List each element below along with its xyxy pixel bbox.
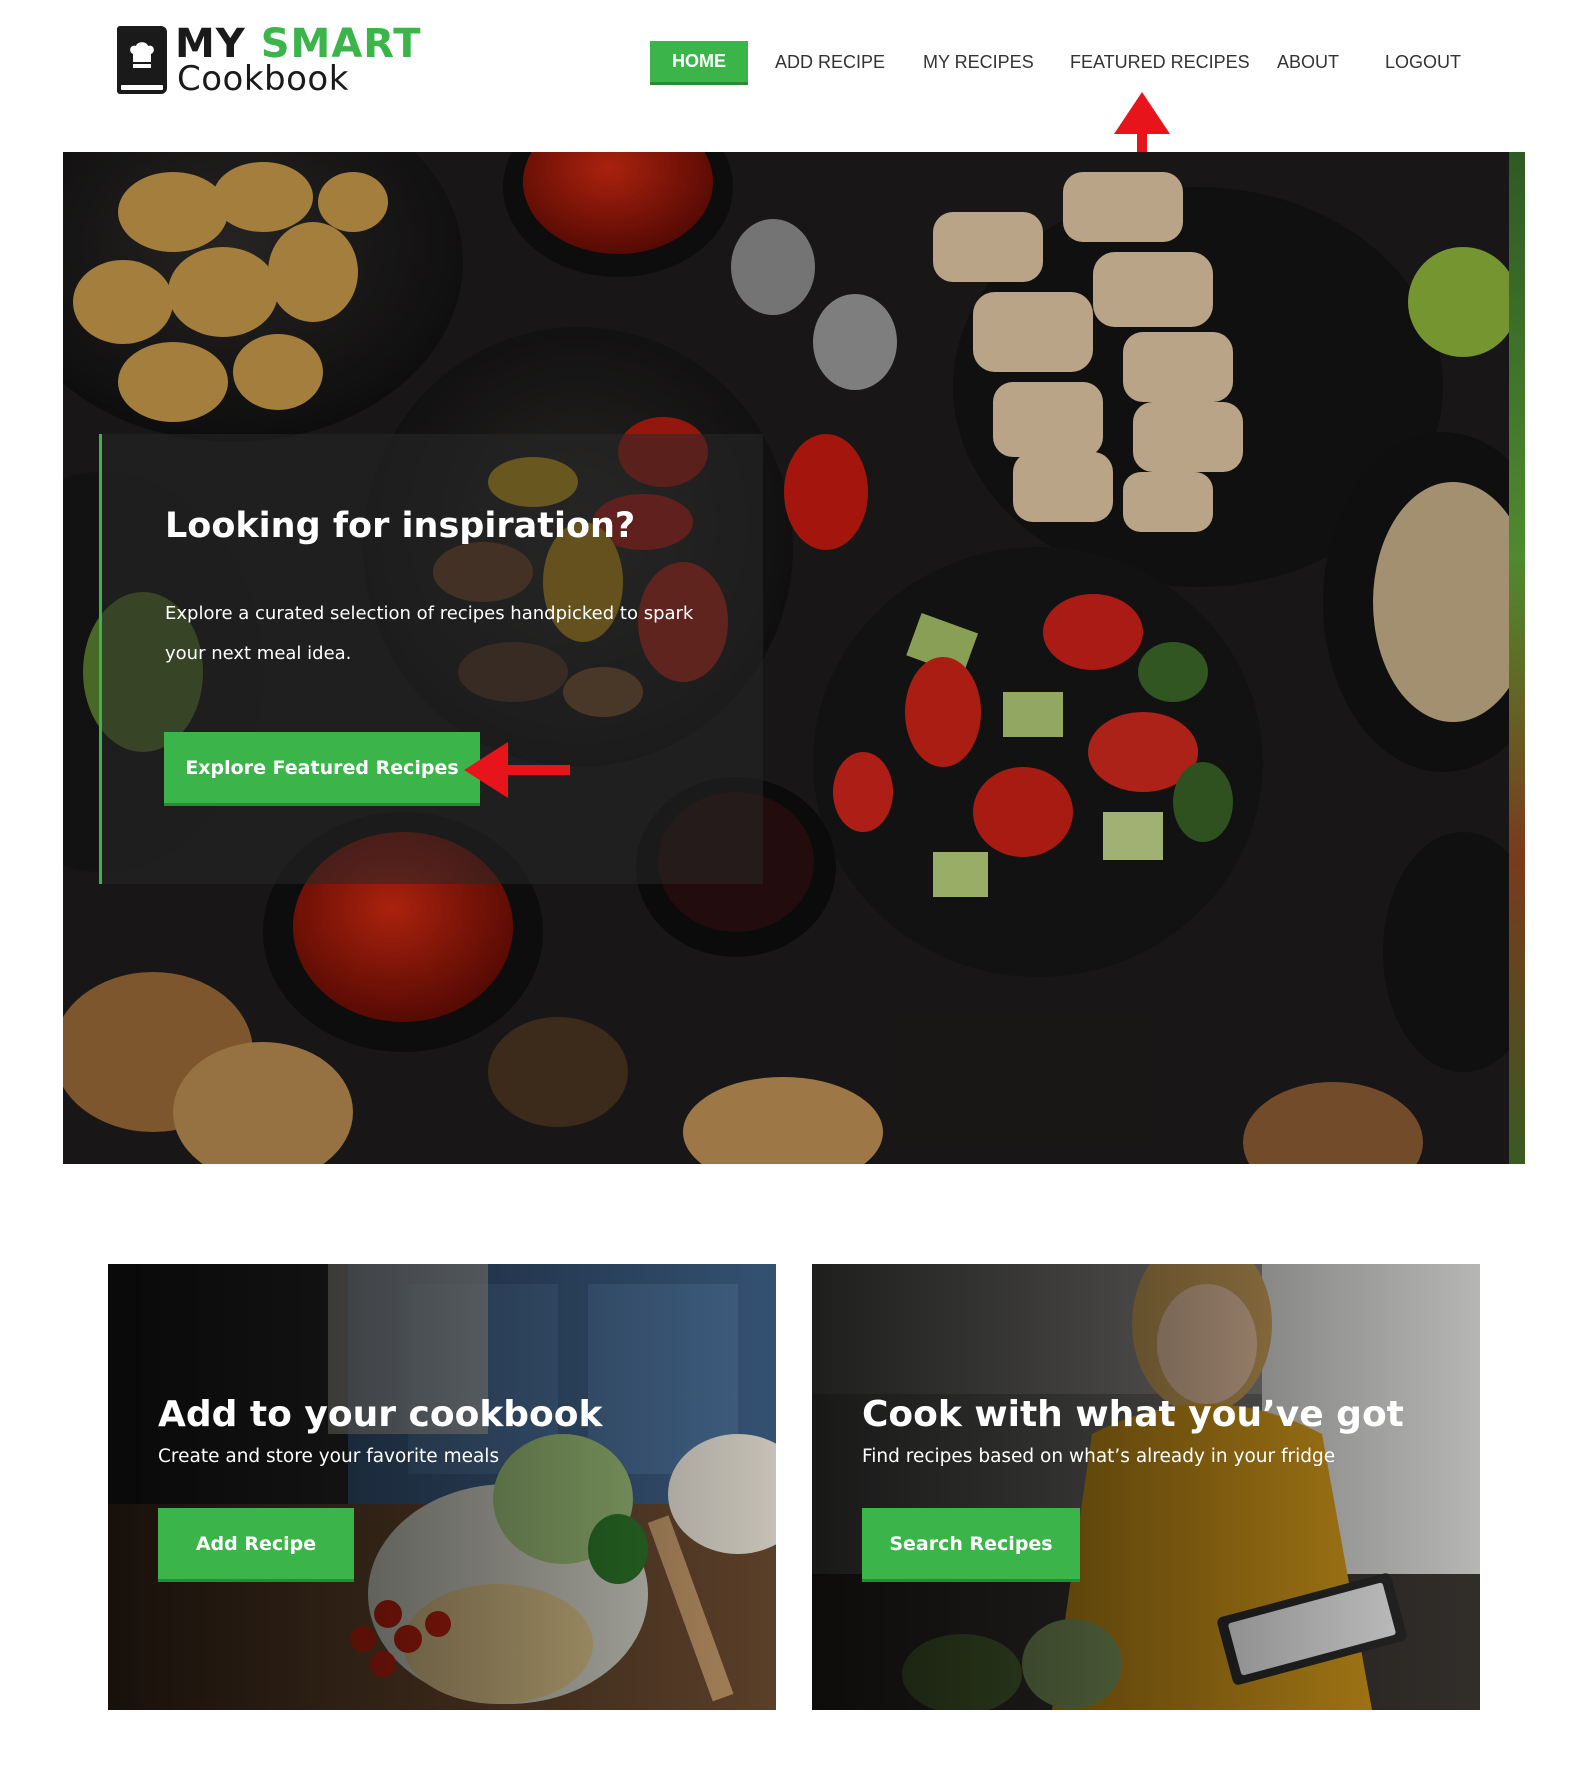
cook-with-what-you-have-card: Cook with what you’ve got Find recipes b… <box>812 1264 1480 1710</box>
nav-logout-link[interactable]: LOGOUT <box>1385 41 1461 83</box>
hero-right-edge-strip <box>1509 152 1525 1164</box>
card-dark-overlay <box>812 1264 1480 1710</box>
hero-content-panel: Looking for inspiration? Explore a curat… <box>99 434 763 884</box>
nav-home-link[interactable]: HOME <box>650 41 748 85</box>
search-card-subtitle: Find recipes based on what’s already in … <box>862 1446 1336 1467</box>
hero-banner: Looking for inspiration? Explore a curat… <box>63 152 1525 1164</box>
logo-cookbook-text: Cookbook <box>177 59 349 99</box>
hero-title: Looking for inspiration? <box>165 506 636 546</box>
explore-featured-recipes-button[interactable]: Explore Featured Recipes <box>164 732 480 806</box>
add-to-cookbook-card: Add to your cookbook Create and store yo… <box>108 1264 776 1710</box>
add-recipe-button[interactable]: Add Recipe <box>158 1508 354 1582</box>
nav-add-recipe-link[interactable]: ADD RECIPE <box>775 41 885 83</box>
red-arrow-left-icon <box>464 742 570 798</box>
hero-description: Explore a curated selection of recipes h… <box>165 603 694 664</box>
add-card-subtitle: Create and store your favorite meals <box>158 1446 500 1467</box>
search-recipes-button[interactable]: Search Recipes <box>862 1508 1080 1582</box>
nav-my-recipes-link[interactable]: MY RECIPES <box>923 41 1034 83</box>
add-card-title: Add to your cookbook <box>158 1394 603 1435</box>
site-logo[interactable]: MY SMART Cookbook <box>117 22 421 99</box>
card-dark-overlay <box>108 1264 776 1710</box>
nav-about-link[interactable]: ABOUT <box>1277 41 1339 83</box>
site-header: MY SMART Cookbook HOME ADD RECIPE MY REC… <box>0 0 1588 150</box>
search-card-title: Cook with what you’ve got <box>862 1394 1404 1435</box>
nav-featured-recipes-link[interactable]: FEATURED RECIPES <box>1070 41 1250 83</box>
cookbook-logo-icon <box>117 26 167 94</box>
chef-hat-icon <box>130 42 154 68</box>
